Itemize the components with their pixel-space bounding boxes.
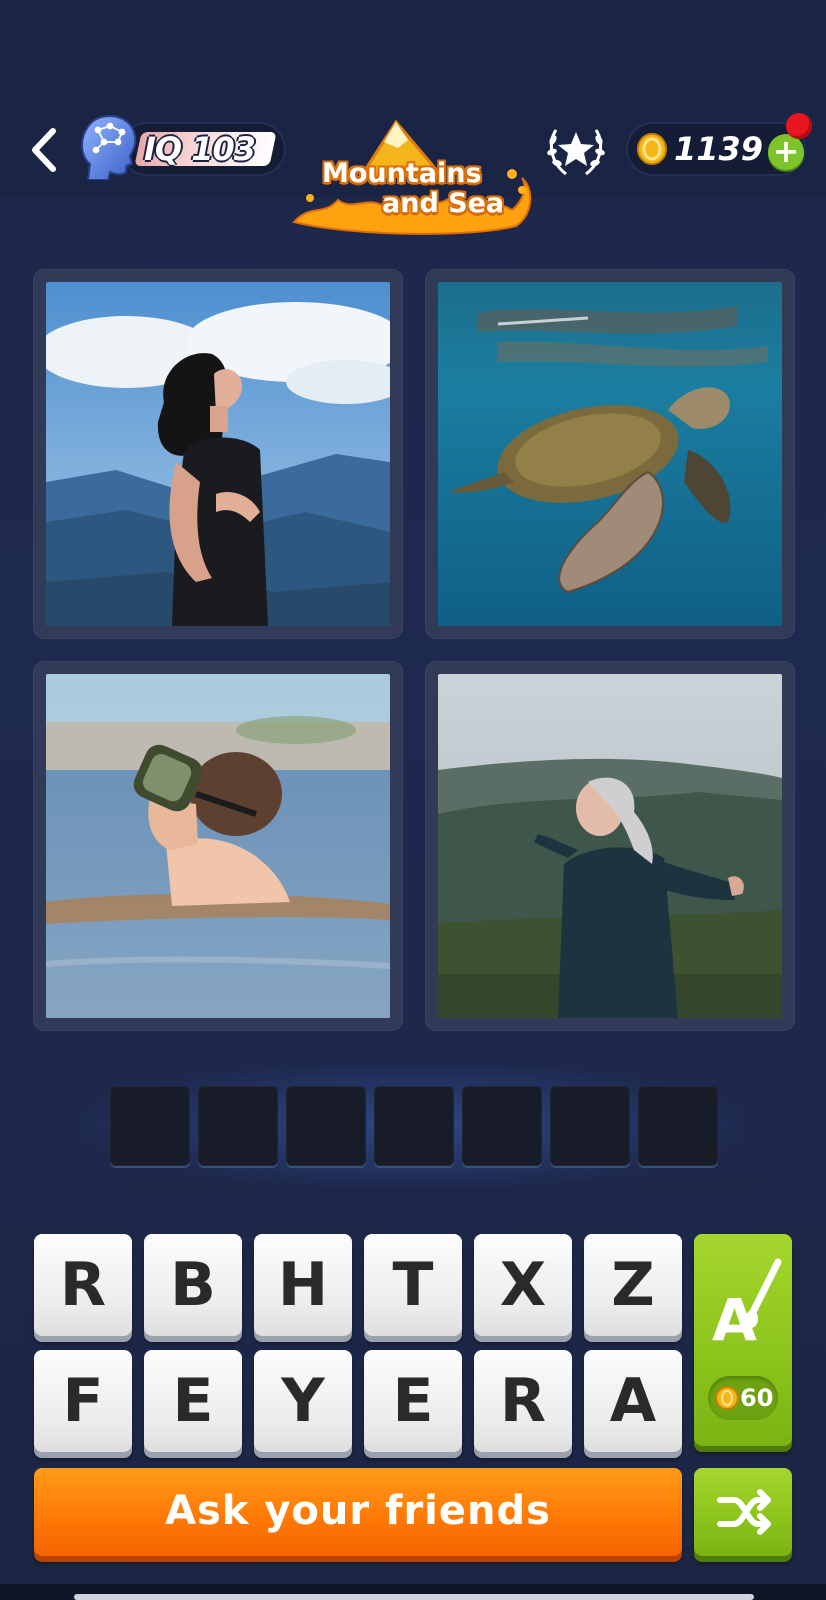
- brain-head-icon: [81, 115, 137, 180]
- level-title-line1: Mountains: [322, 158, 482, 189]
- hint-cost-badge: 60: [708, 1376, 778, 1420]
- hint-cost: 60: [740, 1384, 774, 1412]
- letter-key[interactable]: A: [584, 1350, 682, 1452]
- puzzle-image-4[interactable]: [426, 662, 794, 1030]
- answer-slot[interactable]: [550, 1086, 630, 1166]
- ask-friends-button[interactable]: Ask your friends: [34, 1468, 682, 1556]
- laurel-star-icon: [547, 129, 605, 176]
- iq-label: IQ 103: [144, 130, 256, 168]
- back-button[interactable]: [22, 122, 66, 178]
- add-coins-button[interactable]: +: [768, 134, 804, 170]
- answer-slot[interactable]: [286, 1086, 366, 1166]
- shuffle-icon: [717, 1489, 771, 1535]
- letter-key[interactable]: F: [34, 1350, 132, 1452]
- answer-slot[interactable]: [462, 1086, 542, 1166]
- coin-icon: [715, 1386, 739, 1410]
- letter-key[interactable]: R: [34, 1234, 132, 1336]
- notification-dot: [786, 113, 812, 139]
- letter-brush-icon: A: [712, 1258, 782, 1354]
- iq-badge: IQ 103: [120, 122, 286, 176]
- letter-key[interactable]: Z: [584, 1234, 682, 1336]
- letter-key[interactable]: E: [144, 1350, 242, 1452]
- level-title-logo: Mountains and Sea: [290, 118, 536, 238]
- letter-key[interactable]: E: [364, 1350, 462, 1452]
- home-indicator[interactable]: [74, 1594, 754, 1600]
- letter-key[interactable]: B: [144, 1234, 242, 1336]
- shuffle-button[interactable]: [694, 1468, 792, 1556]
- reveal-letter-hint-button[interactable]: A 60: [694, 1234, 792, 1446]
- puzzle-image-2[interactable]: [426, 270, 794, 638]
- letter-key[interactable]: T: [364, 1234, 462, 1336]
- letter-key[interactable]: X: [474, 1234, 572, 1336]
- level-title-line2: and Sea: [382, 188, 505, 219]
- coin-count: 1139: [674, 130, 764, 168]
- answer-slot[interactable]: [198, 1086, 278, 1166]
- elderly-woman-arms-open-image: [438, 674, 782, 1018]
- boy-swimming-snorkel-mask-image: [46, 674, 390, 1018]
- woman-breathing-mountains-image: [46, 282, 390, 626]
- letter-key[interactable]: Y: [254, 1350, 352, 1452]
- plus-icon: +: [772, 132, 800, 170]
- coin-icon: [637, 133, 667, 165]
- answer-slot[interactable]: [374, 1086, 454, 1166]
- answer-slot[interactable]: [110, 1086, 190, 1166]
- puzzle-image-1[interactable]: [34, 270, 402, 638]
- achievements-button[interactable]: [544, 120, 608, 182]
- answer-slot[interactable]: [638, 1086, 718, 1166]
- puzzle-image-3[interactable]: [34, 662, 402, 1030]
- chevron-left-icon: [32, 128, 56, 172]
- ask-friends-label: Ask your friends: [165, 1488, 551, 1534]
- letter-key[interactable]: R: [474, 1350, 572, 1452]
- letter-key[interactable]: H: [254, 1234, 352, 1336]
- sea-turtle-underwater-image: [438, 282, 782, 626]
